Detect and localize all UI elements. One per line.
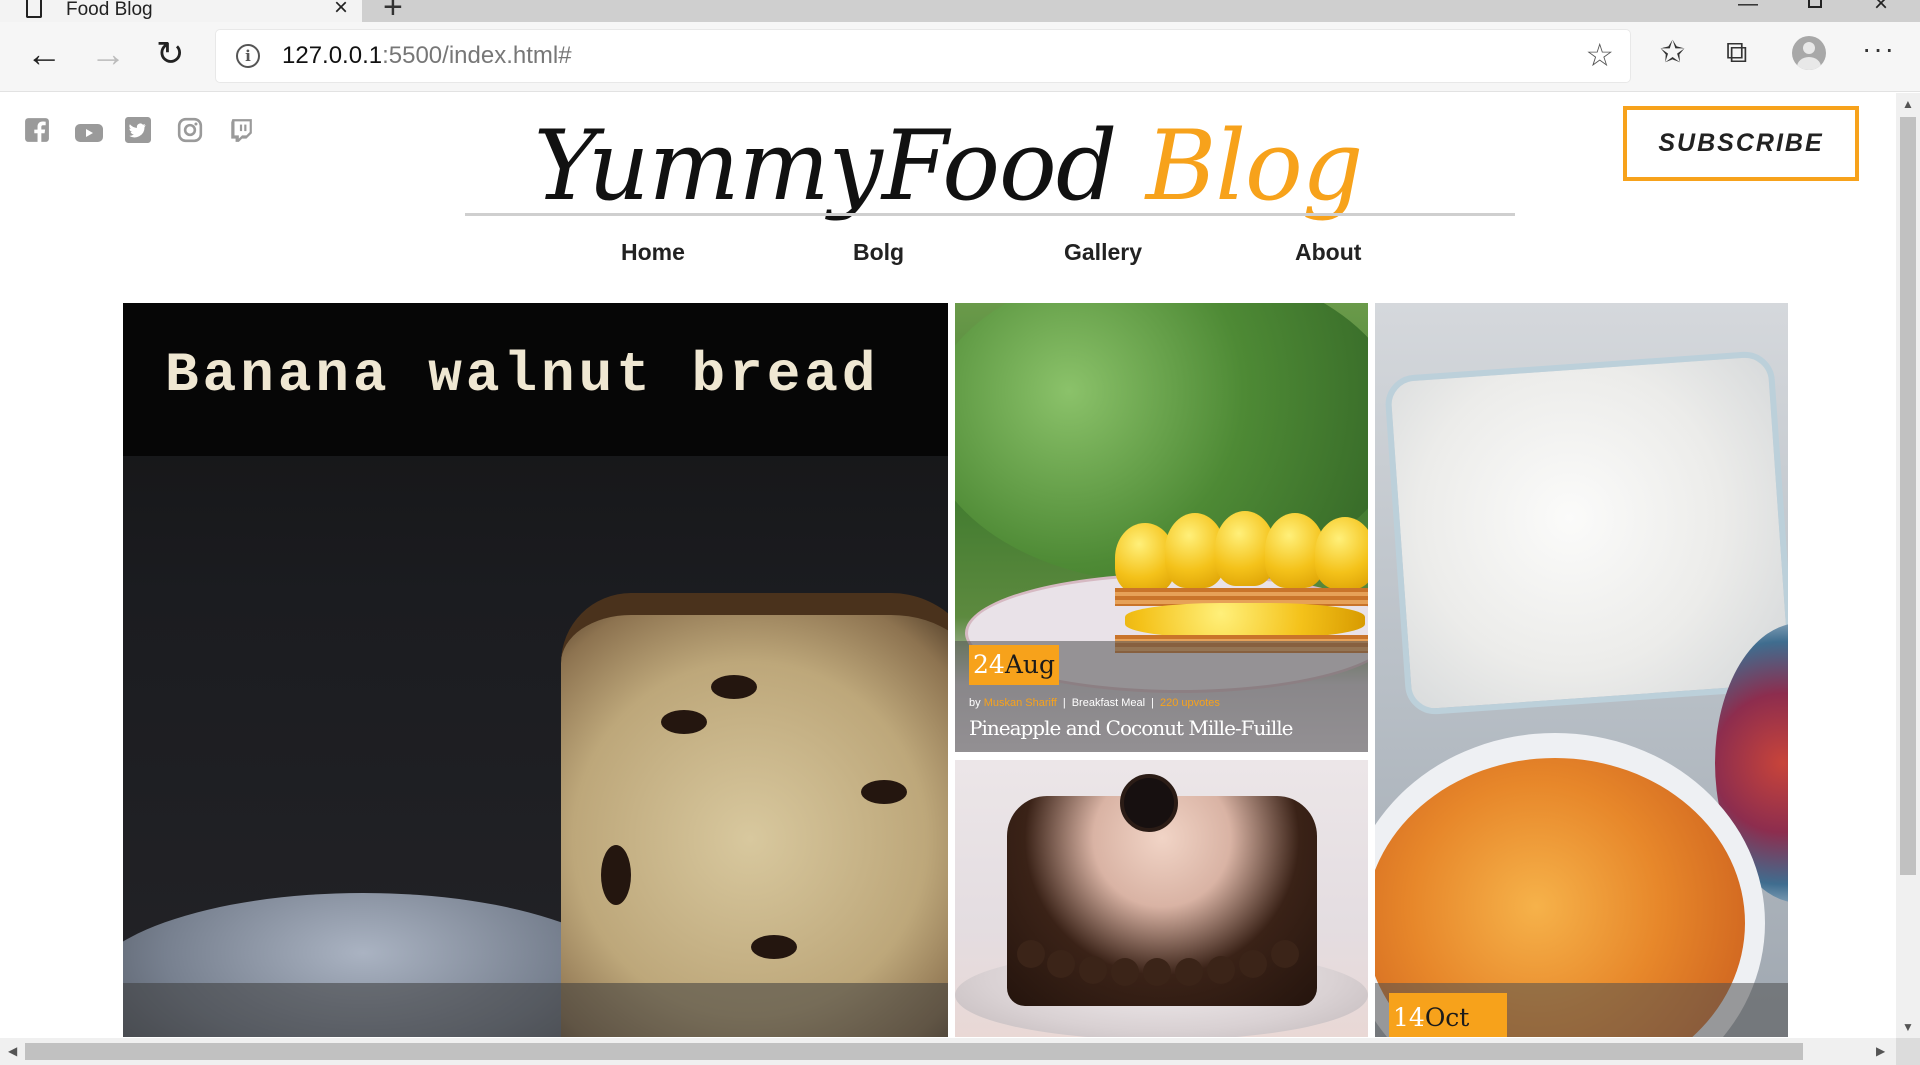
scroll-left-icon[interactable]: ◀: [8, 1044, 17, 1058]
collections-icon[interactable]: ⧉: [1726, 36, 1747, 70]
favorites-icon[interactable]: ✩: [1660, 36, 1685, 70]
subscribe-button[interactable]: SUBSCRIBE: [1623, 106, 1859, 181]
post-meta: by Muskan Shariff | Breakfast Meal | 220 upv…: [969, 697, 1220, 709]
meta-separator: |: [1062, 697, 1066, 709]
back-icon[interactable]: ←: [26, 34, 62, 74]
browser-tab[interactable]: Food Blog ×: [0, 0, 362, 22]
reload-icon[interactable]: ↻: [156, 34, 185, 74]
card-title[interactable]: Pineapple and Coconut Mille-Fuille: [969, 716, 1293, 740]
new-tab-button[interactable]: +: [383, 0, 403, 24]
horizontal-scrollbar[interactable]: ◀ ▶: [0, 1038, 1896, 1065]
bread-image: [561, 593, 948, 1037]
raisin: [661, 710, 707, 734]
chocolate-ball: [1047, 950, 1075, 978]
tab-title: Food Blog: [66, 0, 153, 20]
date-month: Aug: [1004, 650, 1055, 679]
info-icon[interactable]: i: [236, 44, 260, 68]
address-bar[interactable]: i 127.0.0.1:5500/index.html# ☆: [216, 30, 1630, 82]
scroll-down-icon[interactable]: ▼: [1902, 1020, 1914, 1034]
minimize-icon[interactable]: —: [1738, 0, 1758, 14]
forward-icon[interactable]: →: [90, 34, 126, 74]
upvotes-count: 220 upvotes: [1159, 697, 1220, 709]
raisin: [711, 675, 757, 699]
cream-puff: [1315, 517, 1368, 589]
brand-main-text: YummyFood: [533, 110, 1118, 222]
meta-separator: |: [1151, 697, 1154, 709]
nav-gallery[interactable]: Gallery: [1064, 239, 1142, 266]
chocolate-ball: [1239, 950, 1267, 978]
post-card-rice-curry[interactable]: 14Oct: [1375, 303, 1788, 1037]
chocolate-ball: [1271, 940, 1299, 968]
oreo-topping-image: [1120, 774, 1178, 832]
date-day: 14: [1393, 1003, 1425, 1032]
category-label[interactable]: Breakfast Meal: [1072, 697, 1145, 709]
card-image-header: Banana walnut bread: [123, 303, 948, 456]
more-icon[interactable]: ···: [1862, 32, 1896, 66]
nav-about[interactable]: About: [1295, 239, 1361, 266]
date-month: Oct: [1424, 1003, 1470, 1032]
date-badge: 24Aug: [969, 645, 1059, 685]
url-host: 127.0.0.1: [282, 42, 383, 69]
chocolate-ball: [1079, 956, 1107, 984]
vertical-scrollbar[interactable]: ▲ ▼: [1896, 93, 1920, 1038]
scroll-right-icon[interactable]: ▶: [1876, 1044, 1885, 1058]
raisin: [601, 845, 631, 905]
meta-by: by: [969, 697, 981, 709]
rice-dish-image: [1383, 349, 1788, 717]
close-tab-icon[interactable]: ×: [334, 0, 348, 20]
chocolate-ball: [1207, 956, 1235, 984]
raisin: [861, 780, 907, 804]
cream-layer: [1125, 603, 1365, 638]
url-path: :5500/index.html#: [382, 42, 572, 69]
window-close-icon[interactable]: ×: [1874, 0, 1888, 16]
nav-blog[interactable]: Bolg: [853, 239, 904, 266]
url-text[interactable]: 127.0.0.1:5500/index.html#: [282, 42, 572, 70]
browser-toolbar: ← → ↻ i 127.0.0.1:5500/index.html# ☆ ✩ ⧉…: [0, 22, 1920, 92]
vertical-scroll-thumb[interactable]: [1900, 117, 1916, 875]
card-title: Banana walnut bread: [165, 343, 880, 407]
scroll-up-icon[interactable]: ▲: [1902, 97, 1914, 111]
post-card-cake[interactable]: [955, 760, 1368, 1037]
brand-accent-text: Blog: [1145, 110, 1363, 222]
raisin: [751, 935, 797, 959]
site-logo[interactable]: YummyFood Blog: [0, 111, 1896, 221]
star-icon[interactable]: ☆: [1585, 36, 1614, 74]
chocolate-ball: [1143, 958, 1171, 986]
chocolate-ball: [1017, 940, 1045, 968]
post-card-mille-feuille[interactable]: 24Aug by Muskan Shariff | Breakfast Meal | 2…: [955, 303, 1368, 752]
card-caption-overlay: [123, 983, 948, 1037]
post-card-banana-bread[interactable]: Banana walnut bread: [123, 303, 948, 1037]
chocolate-ball: [1111, 958, 1139, 986]
page-viewport: YummyFood Blog SUBSCRIBE Home Bolg Galle…: [0, 93, 1896, 1037]
chocolate-ball: [1175, 958, 1203, 986]
tab-strip: Food Blog × + — ×: [0, 0, 1920, 24]
profile-icon[interactable]: [1792, 36, 1826, 70]
nav-home[interactable]: Home: [621, 239, 685, 266]
card-caption: 14Oct: [1375, 983, 1788, 1037]
date-badge: 14Oct: [1389, 993, 1507, 1037]
card-caption: 24Aug by Muskan Shariff | Breakfast Meal | 2…: [955, 641, 1368, 752]
document-icon: [26, 0, 42, 18]
header-divider: [465, 213, 1515, 216]
date-day: 24: [973, 650, 1005, 679]
scrollbar-corner: [1896, 1038, 1920, 1065]
maximize-icon[interactable]: [1808, 0, 1822, 8]
author-link[interactable]: Muskan Shariff: [984, 697, 1057, 709]
horizontal-scroll-thumb[interactable]: [25, 1043, 1803, 1060]
